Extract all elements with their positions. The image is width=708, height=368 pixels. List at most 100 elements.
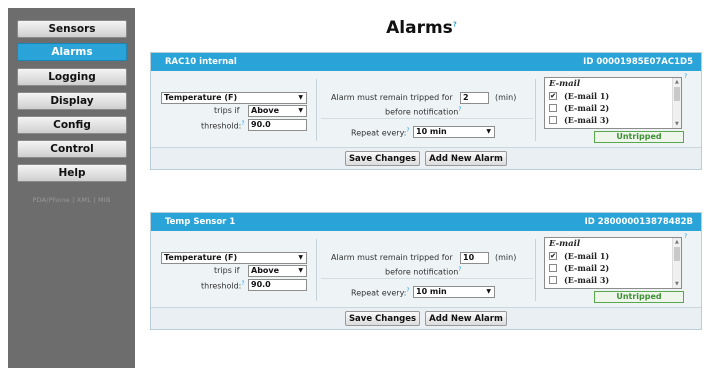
page-title-text: Alarms bbox=[386, 18, 453, 38]
email-option: ✔ (E-mail 1) bbox=[549, 250, 609, 261]
threshold-label: threshold:? bbox=[201, 280, 245, 291]
sensor-name: RAC10 internal bbox=[165, 57, 237, 67]
threshold-input[interactable]: 90.0 bbox=[248, 279, 307, 291]
tripped-for-input[interactable]: 10 bbox=[460, 252, 489, 264]
before-notification-text: before notification bbox=[385, 107, 459, 117]
scroll-down-icon[interactable]: ▼ bbox=[675, 121, 679, 127]
help-icon[interactable]: ? bbox=[241, 280, 244, 287]
sidebar-item-alarms[interactable]: Alarms bbox=[17, 43, 127, 61]
email-option-label: (E-mail 1) bbox=[564, 90, 610, 101]
before-notification-label: before notification? bbox=[385, 266, 461, 277]
sidebar-item-control[interactable]: Control bbox=[17, 140, 127, 158]
help-icon[interactable]: ? bbox=[458, 106, 461, 113]
sensor-id: ID 00001985E07AC1D5 bbox=[583, 57, 693, 67]
add-new-alarm-button[interactable]: Add New Alarm bbox=[425, 311, 507, 326]
measure-select-value: Temperature (F) bbox=[164, 93, 238, 102]
email-option: (E-mail 2) bbox=[549, 102, 609, 113]
repeat-label: Repeat every:? bbox=[351, 287, 410, 298]
measure-select[interactable]: Temperature (F) ▼ bbox=[161, 92, 307, 104]
row-divider bbox=[321, 278, 533, 279]
repeat-select[interactable]: 10 min ▼ bbox=[413, 126, 495, 138]
email-checkbox[interactable] bbox=[549, 263, 557, 272]
email-checkbox[interactable]: ✔ bbox=[549, 251, 557, 260]
email-option-label: (E-mail 3) bbox=[564, 274, 610, 285]
sidebar-footer-links[interactable]: PDA/Phone | XML | MIB bbox=[8, 196, 135, 204]
status-badge: Untripped bbox=[594, 291, 684, 303]
sidebar-item-display[interactable]: Display bbox=[17, 92, 127, 110]
email-option-label: (E-mail 3) bbox=[564, 114, 610, 125]
scroll-up-icon[interactable]: ▲ bbox=[675, 79, 679, 85]
column-divider bbox=[316, 79, 317, 141]
tripped-for-unit: (min) bbox=[495, 253, 517, 262]
sidebar: Sensors Alarms Logging Display Config Co… bbox=[8, 8, 135, 368]
email-list-title: E-mail bbox=[549, 79, 581, 89]
scroll-up-icon[interactable]: ▲ bbox=[675, 239, 679, 245]
scroll-thumb[interactable] bbox=[674, 247, 680, 261]
email-checkbox[interactable] bbox=[549, 103, 557, 112]
email-list-title: E-mail bbox=[549, 239, 581, 249]
repeat-label: Repeat every:? bbox=[351, 127, 410, 138]
email-checkbox[interactable] bbox=[549, 275, 557, 284]
trips-if-label: trips if bbox=[214, 266, 240, 275]
trips-if-value: Above bbox=[251, 106, 280, 115]
repeat-label-text: Repeat every: bbox=[351, 128, 407, 138]
threshold-label-text: threshold: bbox=[201, 281, 242, 291]
threshold-label: threshold:? bbox=[201, 120, 245, 131]
save-changes-button[interactable]: Save Changes bbox=[345, 311, 420, 326]
sensor-name: Temp Sensor 1 bbox=[165, 217, 236, 227]
help-icon[interactable]: ? bbox=[241, 120, 244, 127]
email-checkbox[interactable]: ✔ bbox=[549, 91, 557, 100]
trips-if-label: trips if bbox=[214, 106, 240, 115]
scroll-down-icon[interactable]: ▼ bbox=[675, 281, 679, 287]
email-checkbox[interactable] bbox=[549, 115, 557, 124]
status-badge: Untripped bbox=[594, 131, 684, 143]
email-option: (E-mail 2) bbox=[549, 262, 609, 273]
repeat-select[interactable]: 10 min ▼ bbox=[413, 286, 495, 298]
alarm-panel-footer: Save Changes Add New Alarm bbox=[151, 147, 701, 169]
help-icon[interactable]: ? bbox=[458, 266, 461, 273]
dropdown-arrow-icon: ▼ bbox=[298, 94, 303, 101]
before-notification-label: before notification? bbox=[385, 106, 461, 117]
tripped-for-input[interactable]: 2 bbox=[460, 92, 489, 104]
trips-if-value: Above bbox=[251, 266, 280, 275]
help-icon[interactable]: ? bbox=[684, 73, 687, 80]
save-changes-button[interactable]: Save Changes bbox=[345, 151, 420, 166]
add-new-alarm-button[interactable]: Add New Alarm bbox=[425, 151, 507, 166]
sidebar-item-help[interactable]: Help bbox=[17, 164, 127, 182]
threshold-input[interactable]: 90.0 bbox=[248, 119, 307, 131]
email-option-label: (E-mail 2) bbox=[564, 102, 610, 113]
sensor-id: ID 280000013878482B bbox=[584, 217, 693, 227]
help-icon[interactable]: ? bbox=[684, 233, 687, 240]
sidebar-item-config[interactable]: Config bbox=[17, 116, 127, 134]
column-divider bbox=[316, 239, 317, 301]
alarm-panel: RAC10 internal ID 00001985E07AC1D5 Tempe… bbox=[150, 52, 702, 170]
trips-if-select[interactable]: Above ▼ bbox=[248, 265, 307, 277]
alarm-panel: Temp Sensor 1 ID 280000013878482B Temper… bbox=[150, 212, 702, 330]
repeat-select-value: 10 min bbox=[416, 287, 447, 296]
dropdown-arrow-icon: ▼ bbox=[298, 254, 303, 261]
email-recipients-list[interactable]: E-mail ✔ (E-mail 1) (E-mail 2) (E-mail 3… bbox=[544, 237, 682, 289]
row-divider bbox=[321, 118, 533, 119]
measure-select[interactable]: Temperature (F) ▼ bbox=[161, 252, 307, 264]
email-option: (E-mail 3) bbox=[549, 274, 609, 285]
email-list-scrollbar[interactable]: ▲ ▼ bbox=[672, 238, 681, 288]
help-icon[interactable]: ? bbox=[406, 287, 409, 294]
repeat-select-value: 10 min bbox=[416, 127, 447, 136]
email-list-scrollbar[interactable]: ▲ ▼ bbox=[672, 78, 681, 128]
page-title: Alarms? bbox=[135, 18, 708, 38]
sidebar-item-sensors[interactable]: Sensors bbox=[17, 20, 127, 38]
alarm-panel-body: Temperature (F) ▼ trips if Above ▼ thres… bbox=[151, 71, 701, 147]
measure-select-value: Temperature (F) bbox=[164, 253, 238, 262]
email-option-label: (E-mail 1) bbox=[564, 250, 610, 261]
dropdown-arrow-icon: ▼ bbox=[486, 288, 491, 295]
column-divider bbox=[535, 239, 536, 301]
help-icon[interactable]: ? bbox=[406, 127, 409, 134]
trips-if-select[interactable]: Above ▼ bbox=[248, 105, 307, 117]
email-recipients-list[interactable]: E-mail ✔ (E-mail 1) (E-mail 2) (E-mail 3… bbox=[544, 77, 682, 129]
threshold-label-text: threshold: bbox=[201, 121, 242, 131]
sidebar-item-logging[interactable]: Logging bbox=[17, 68, 127, 86]
alarm-panel-header: Temp Sensor 1 ID 280000013878482B bbox=[151, 213, 701, 231]
help-icon[interactable]: ? bbox=[453, 20, 457, 28]
scroll-thumb[interactable] bbox=[674, 87, 680, 101]
alarm-panel-body: Temperature (F) ▼ trips if Above ▼ thres… bbox=[151, 231, 701, 307]
